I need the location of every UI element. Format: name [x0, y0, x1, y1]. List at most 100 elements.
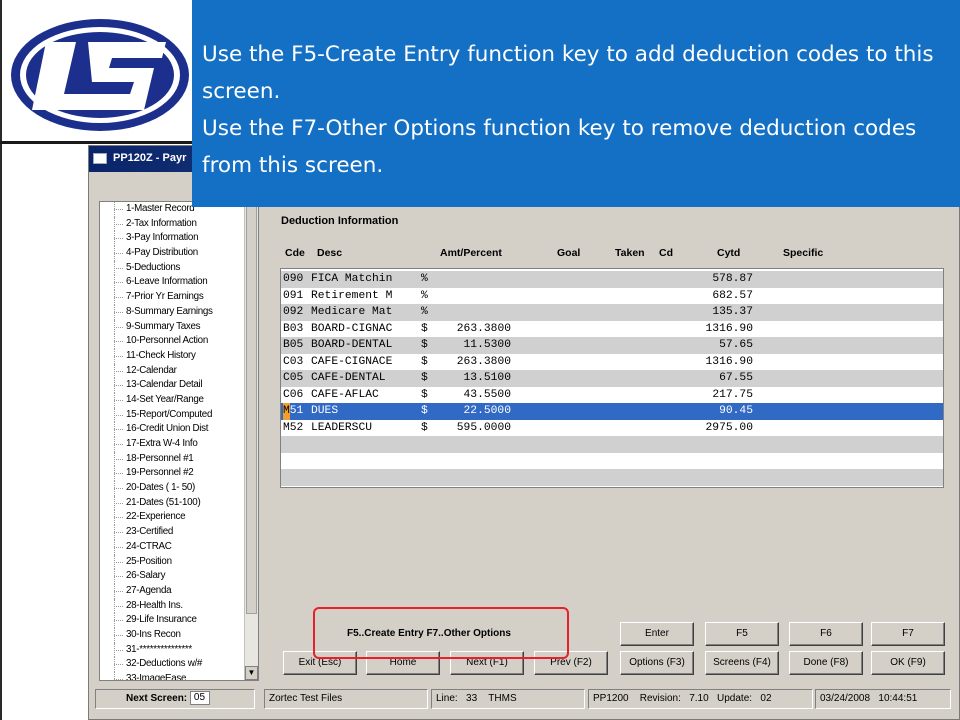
col-header-cytd: Cytd	[717, 247, 741, 259]
col-header-amt: Amt/Percent	[440, 247, 502, 259]
next-screen-label: Next Screen:	[126, 693, 188, 704]
tree-item[interactable]: 24-CTRAC	[100, 539, 246, 555]
tree-item[interactable]: 9-Summary Taxes	[100, 319, 246, 335]
status-datetime: 03/24/2008 10:44:51	[815, 689, 951, 709]
tree-item[interactable]: 32-Deductions w/#	[100, 657, 246, 672]
table-row[interactable]	[281, 453, 943, 470]
tree-item[interactable]: 8-Summary Earnings	[100, 304, 246, 320]
revision-label: Revision:	[639, 693, 681, 704]
next-screen-input[interactable]: 05	[189, 691, 210, 706]
tree-item[interactable]: 28-Health Ins.	[100, 598, 246, 614]
f7-button[interactable]: F7	[871, 622, 945, 646]
row-desc: FICA Matchin	[311, 273, 393, 285]
row-amount: 22.5000	[463, 405, 511, 417]
done-button[interactable]: Done (F8)	[789, 651, 863, 675]
table-row[interactable]: 090 FICA Matchin% 578.87	[281, 271, 943, 288]
table-row[interactable]: M51 DUES $22.5000 90.45	[281, 403, 943, 420]
tree-item[interactable]: 6-Leave Information	[100, 275, 246, 290]
screens-button[interactable]: Screens (F4)	[705, 651, 779, 675]
table-row[interactable]: C03 CAFE-CIGNACE $263.3800 1316.90	[281, 354, 943, 371]
user-value: THMS	[488, 693, 517, 704]
tree-item[interactable]: 33-ImageEase	[100, 672, 246, 680]
tree-item[interactable]: 3-Pay Information	[100, 231, 246, 246]
tree-item[interactable]: 7-Prior Yr Earnings	[100, 290, 246, 305]
tree-item[interactable]: 14-Set Year/Range	[100, 392, 246, 408]
f6-button[interactable]: F6	[789, 622, 863, 646]
table-row[interactable]: M52 LEADERSCU $595.0000 2975.00	[281, 420, 943, 437]
tree-item[interactable]: 26-Salary	[100, 569, 246, 584]
col-header-goal: Goal	[557, 247, 581, 259]
row-amount: 595.0000	[456, 421, 511, 434]
table-row[interactable]: B03 BOARD-CIGNAC $263.3800 1316.90	[281, 321, 943, 338]
tree-item[interactable]: 18-Personnel #1	[100, 451, 246, 467]
f5-button[interactable]: F5	[705, 622, 779, 646]
callout-line-2: Use the F7-Other Options function key to…	[202, 116, 917, 178]
table-row[interactable]: C06 CAFE-AFLAC $43.5500 217.75	[281, 387, 943, 404]
row-code: M52	[283, 421, 304, 434]
row-cytd: 67.55	[719, 372, 753, 384]
options-button[interactable]: Options (F3)	[620, 651, 694, 675]
slide-left-border	[0, 0, 2, 720]
tree-item[interactable]: 25-Position	[100, 554, 246, 570]
tree-item[interactable]: 31-***************	[100, 642, 246, 658]
tree-scrollbar[interactable]: ▼	[244, 202, 258, 680]
row-cytd: 578.87	[712, 273, 753, 285]
row-cytd: 1316.90	[705, 355, 753, 368]
status-files: Zortec Test Files	[264, 689, 428, 709]
row-code: C06	[283, 388, 304, 401]
table-row[interactable]: 091 Retirement M% 682.57	[281, 288, 943, 305]
tree-item[interactable]: 4-Pay Distribution	[100, 246, 246, 261]
status-program: PP1200 Revision: 7.10 Update: 02	[588, 689, 813, 709]
col-header-taken: Taken	[615, 247, 645, 259]
row-code: B05	[283, 339, 304, 351]
time-value: 10:44:51	[878, 693, 918, 704]
tree-item[interactable]: 20-Dates ( 1- 50)	[100, 481, 246, 496]
tree-item[interactable]: 30-Ins Recon	[100, 627, 246, 643]
tree-item[interactable]: 11-Check History	[100, 348, 246, 364]
scroll-down-arrow-icon[interactable]: ▼	[245, 666, 258, 680]
table-row[interactable]: C05 CAFE-DENTAL $13.5100 67.55	[281, 370, 943, 387]
table-row[interactable]	[281, 436, 943, 453]
screen-tree[interactable]: 1-Master Record 2-Tax Information 3-Pay In…	[99, 201, 259, 681]
tree-item[interactable]: 15-Report/Computed	[100, 407, 246, 423]
table-row[interactable]: B05 BOARD-DENTAL $11.5300 57.65	[281, 337, 943, 354]
row-desc: DUES	[311, 405, 339, 417]
enter-button[interactable]: Enter	[620, 622, 694, 646]
window-title: PP120Z - Payr	[113, 152, 187, 164]
row-type: %	[421, 289, 428, 302]
row-type: $	[421, 372, 428, 384]
tree-item[interactable]: 19-Personnel #2	[100, 466, 246, 481]
row-code: C03	[283, 355, 304, 368]
update-value: 02	[760, 693, 772, 704]
row-code: M51	[283, 403, 303, 420]
tree-item[interactable]: 23-Certified	[100, 525, 246, 540]
ok-button[interactable]: OK (F9)	[871, 651, 945, 675]
status-next-screen: Next Screen: 05	[95, 689, 255, 709]
tree-item[interactable]: 29-Life Insurance	[100, 613, 246, 628]
deduction-grid[interactable]: 090 FICA Matchin% 578.87 091 Retirement M% 68…	[280, 268, 944, 488]
tree-item[interactable]: 21-Dates (51-100)	[100, 495, 246, 511]
line-value: 33	[466, 693, 478, 704]
table-row[interactable]	[281, 469, 943, 486]
row-cytd: 57.65	[719, 339, 753, 351]
row-desc: BOARD-DENTAL	[311, 339, 393, 351]
tree-item[interactable]: 2-Tax Information	[100, 216, 246, 232]
tree-item[interactable]: 17-Extra W-4 Info	[100, 437, 246, 452]
tree-item[interactable]: 22-Experience	[100, 510, 246, 525]
tree-scroll-thumb[interactable]	[246, 204, 257, 614]
tree-item[interactable]: 12-Calendar	[100, 363, 246, 379]
table-row[interactable]: 092 Medicare Mat% 135.37	[281, 304, 943, 321]
tree-item[interactable]: 16-Credit Union Dist	[100, 422, 246, 437]
tree-item[interactable]: 13-Calendar Detail	[100, 378, 246, 393]
row-amount: 13.5100	[463, 372, 511, 384]
window-system-icon[interactable]	[93, 153, 107, 164]
update-label: Update:	[717, 693, 753, 704]
tree-item[interactable]: 10-Personnel Action	[100, 334, 246, 349]
row-type: %	[421, 273, 428, 285]
row-cytd: 682.57	[712, 289, 753, 302]
tree-item[interactable]: 5-Deductions	[100, 260, 246, 276]
row-desc: LEADERSCU	[311, 421, 373, 434]
tree-item[interactable]: 27-Agenda	[100, 583, 246, 599]
col-header-desc: Desc	[317, 247, 343, 259]
row-desc: CAFE-AFLAC	[311, 388, 379, 401]
